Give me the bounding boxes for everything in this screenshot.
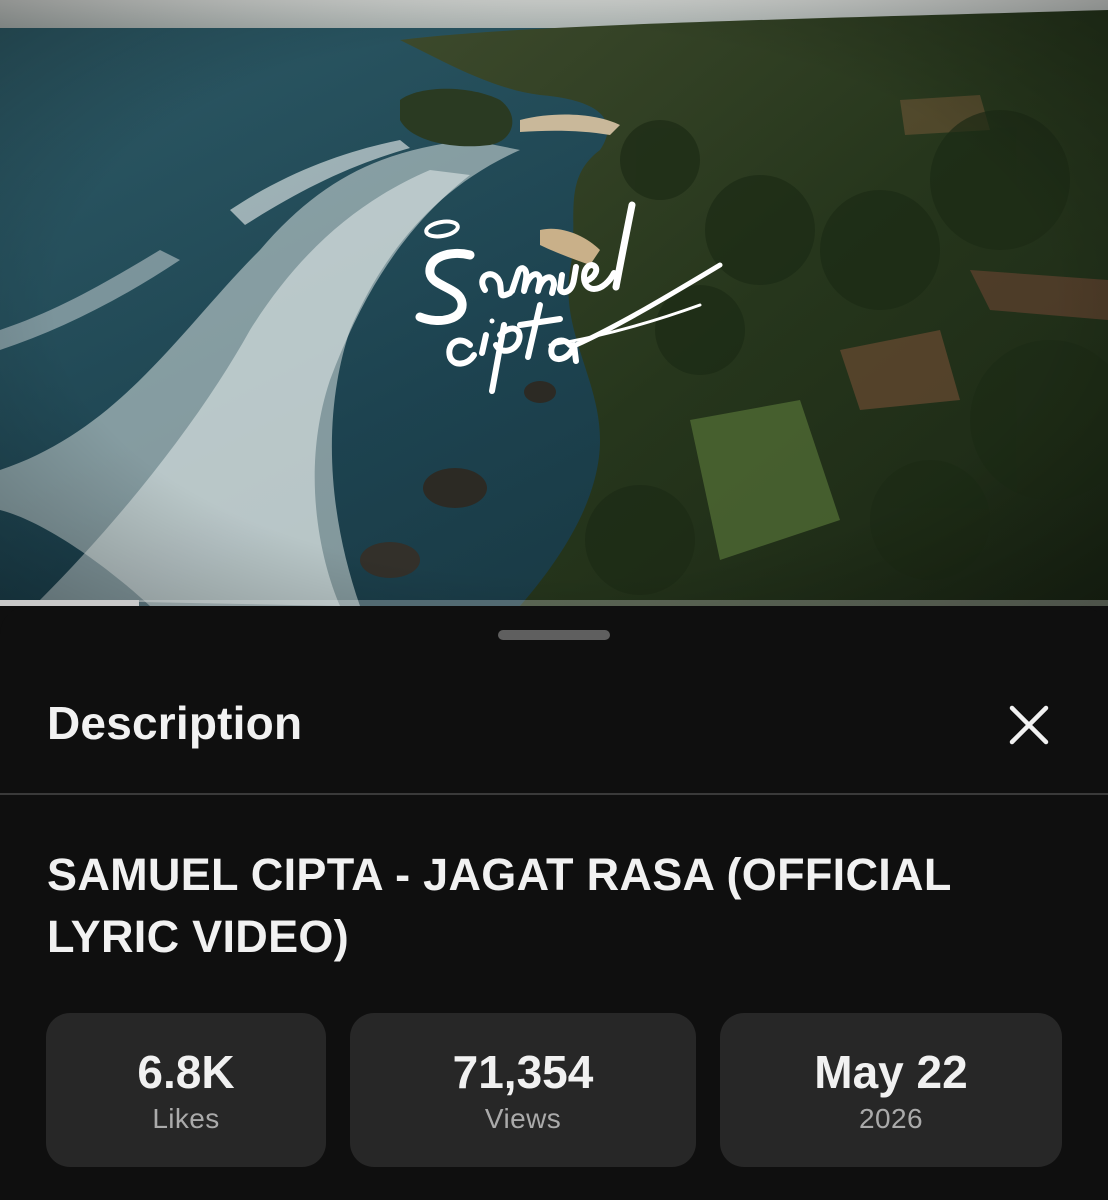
video-title: SAMUEL CIPTA - JAGAT RASA (OFFICIAL LYRI… xyxy=(47,849,951,962)
artist-logo xyxy=(415,201,723,394)
views-count: 71,354 xyxy=(452,1046,594,1098)
close-icon xyxy=(1009,705,1049,745)
views-stat: 71,354 Views xyxy=(350,1013,696,1167)
publish-date: May 22 xyxy=(814,1046,968,1098)
video-player[interactable] xyxy=(0,0,1108,606)
likes-count: 6.8K xyxy=(137,1046,235,1098)
drag-handle[interactable] xyxy=(498,630,610,640)
date-stat: May 22 2026 xyxy=(720,1013,1062,1167)
close-button[interactable] xyxy=(998,694,1060,756)
views-label: Views xyxy=(484,1103,562,1134)
sheet-title: Description xyxy=(47,697,303,749)
description-sheet: Description SAMUEL CIPTA - JAGAT RASA (O… xyxy=(0,606,1108,1200)
divider xyxy=(0,793,1108,795)
likes-label: Likes xyxy=(152,1103,220,1134)
likes-stat: 6.8K Likes xyxy=(46,1013,326,1167)
publish-year: 2026 xyxy=(859,1103,923,1134)
